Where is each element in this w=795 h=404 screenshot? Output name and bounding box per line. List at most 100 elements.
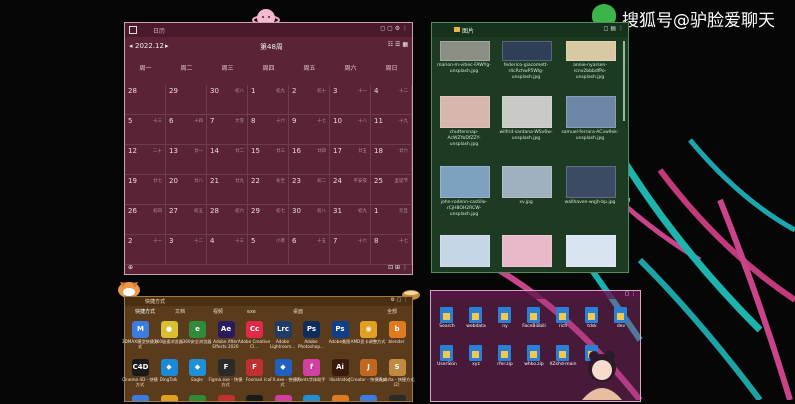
file-item[interactable]: dev <box>607 307 635 337</box>
prev-month-button[interactable]: ◂ <box>129 42 133 50</box>
calendar-day-cell[interactable]: 29 初七 <box>248 205 289 235</box>
calendar-day-cell[interactable]: 12 二十 <box>125 145 166 175</box>
window-controls[interactable]: ⚙ ▢ ⋮ <box>391 297 408 303</box>
app-icon[interactable] <box>331 395 349 401</box>
calendar-day-cell[interactable]: 6 十四 <box>166 115 207 145</box>
image-thumbnail[interactable] <box>440 166 490 198</box>
calendar-day-cell[interactable]: 4 十三 <box>207 235 248 265</box>
calendar-day-cell[interactable]: 28 <box>125 85 166 115</box>
calendar-day-cell[interactable]: 8 十六 <box>248 115 289 145</box>
app-icon: Cc <box>246 321 263 338</box>
calendar-day-cell[interactable]: 25 圣诞节 <box>371 175 412 205</box>
calendar-day-cell[interactable]: 27 初五 <box>166 205 207 235</box>
file-item[interactable]: xyz <box>462 345 490 375</box>
calendar-day-cell[interactable]: 2 初十 <box>289 85 330 115</box>
calendar-day-cell[interactable]: 6 十五 <box>289 235 330 265</box>
image-thumbnail[interactable] <box>440 41 490 61</box>
shortcut-tab[interactable]: 全部 <box>387 307 397 318</box>
footer-tools[interactable]: ⊡ ⊞ ⋮ <box>388 264 408 271</box>
calendar-day-cell[interactable]: 1 元旦 <box>371 205 412 235</box>
calendar-day-cell[interactable]: 19 廿七 <box>125 175 166 205</box>
file-item[interactable]: XZshd-main <box>549 345 577 375</box>
image-thumbnail[interactable] <box>566 166 616 198</box>
file-item[interactable]: tdsk <box>578 307 606 337</box>
calendar-day-cell[interactable]: 28 初六 <box>207 205 248 235</box>
calendar-day-cell[interactable]: 5 小寒 <box>248 235 289 265</box>
calendar-day-cell[interactable]: 30 初八 <box>289 205 330 235</box>
shortcut-tab[interactable]: 视频 <box>213 307 223 318</box>
image-thumbnail[interactable] <box>502 235 552 267</box>
window-controls[interactable]: ◻ ▢ ⚙ ⋮ <box>380 25 408 32</box>
calendar-day-cell[interactable]: 14 廿二 <box>207 145 248 175</box>
calendar-day-cell[interactable]: 29 <box>166 85 207 115</box>
calendar-day-cell[interactable]: 3 十一 <box>330 85 371 115</box>
calendar-day-cell[interactable]: 15 廿三 <box>248 145 289 175</box>
day-number: 8 <box>251 117 256 125</box>
app-shortcut[interactable]: SiSparta - 快捷方式 (2) <box>378 359 416 395</box>
file-item[interactable]: UserSkin <box>433 345 461 375</box>
calendar-day-cell[interactable]: 24 平安夜 <box>330 175 371 205</box>
calendar-day-cell[interactable]: 4 十二 <box>371 85 412 115</box>
app-icon[interactable] <box>388 395 406 401</box>
file-item[interactable]: whko.zip <box>520 345 548 375</box>
calendar-day-cell[interactable]: 1 初九 <box>248 85 289 115</box>
app-icon[interactable] <box>189 395 206 401</box>
file-item[interactable]: ny <box>491 307 519 337</box>
calendar-day-cell[interactable]: 11 十九 <box>371 115 412 145</box>
scrollbar[interactable] <box>623 41 625 121</box>
view-toggle[interactable]: ☷ ☰ ▦ <box>388 41 408 48</box>
calendar-day-cell[interactable]: 31 初九 <box>330 205 371 235</box>
lunar-label: 廿八 <box>194 179 203 184</box>
calendar-day-cell[interactable]: 20 廿八 <box>166 175 207 205</box>
shortcut-tab[interactable]: 桌面 <box>293 307 303 318</box>
calendar-day-cell[interactable]: 26 初四 <box>125 205 166 235</box>
app-icon[interactable] <box>360 395 377 401</box>
calendar-day-cell[interactable]: 3 十二 <box>166 235 207 265</box>
calendar-day-cell[interactable]: 7 大雪 <box>207 115 248 145</box>
file-item[interactable]: rfer.zip <box>491 345 519 375</box>
window-controls[interactable]: ▢ ⋮ <box>625 291 636 297</box>
calendar-day-cell[interactable]: 13 廿一 <box>166 145 207 175</box>
file-item[interactable]: Search <box>433 307 461 337</box>
lunar-label: 廿六 <box>399 149 408 154</box>
app-shortcut[interactable]: b blender <box>378 321 416 357</box>
image-thumbnail[interactable] <box>440 235 490 267</box>
app-icon[interactable] <box>217 395 235 401</box>
file-item[interactable]: rich <box>549 307 577 337</box>
calendar-day-cell[interactable]: 21 廿九 <box>207 175 248 205</box>
calendar-day-cell[interactable]: 8 十七 <box>371 235 412 265</box>
calendar-day-cell[interactable]: 18 廿六 <box>371 145 412 175</box>
calendar-day-cell[interactable]: 2 十一 <box>125 235 166 265</box>
calendar-day-cell[interactable]: 9 十七 <box>289 115 330 145</box>
app-icon[interactable] <box>160 395 178 401</box>
calendar-day-cell[interactable]: 16 廿四 <box>289 145 330 175</box>
image-thumbnail[interactable] <box>566 41 616 61</box>
calendar-day-cell[interactable]: 10 十八 <box>330 115 371 145</box>
shortcut-tab[interactable]: 快捷方式 <box>135 307 155 318</box>
calendar-day-cell[interactable]: 23 初二 <box>289 175 330 205</box>
app-icon[interactable] <box>246 395 263 401</box>
shortcut-tab[interactable]: exe <box>247 307 256 318</box>
app-icon[interactable] <box>303 395 320 401</box>
calendar-day-cell[interactable]: 30 初八 <box>207 85 248 115</box>
calendar-day-cell[interactable]: 7 十六 <box>330 235 371 265</box>
image-thumbnail[interactable] <box>566 235 616 267</box>
image-thumbnail[interactable] <box>566 96 616 128</box>
next-month-button[interactable]: ▸ <box>165 42 169 50</box>
app-icon: ◆ <box>160 359 178 376</box>
calendar-day-cell[interactable]: 17 廿五 <box>330 145 371 175</box>
window-controls[interactable]: ◻ ▤ ⋮ <box>604 25 624 32</box>
app-icon: F <box>246 359 263 376</box>
image-thumbnail[interactable] <box>502 41 552 61</box>
image-thumbnail[interactable] <box>502 166 552 198</box>
image-thumbnail[interactable] <box>502 96 552 128</box>
add-event-button[interactable]: ⊕ <box>128 264 133 271</box>
app-icon[interactable] <box>132 395 149 401</box>
calendar-day-cell[interactable]: 22 冬至 <box>248 175 289 205</box>
file-item[interactable]: webdata <box>462 307 490 337</box>
calendar-day-cell[interactable]: 5 十三 <box>125 115 166 145</box>
app-icon[interactable] <box>274 395 292 401</box>
image-thumbnail[interactable] <box>440 96 490 128</box>
file-item[interactable]: FaceBilibili <box>520 307 548 337</box>
shortcut-tab[interactable]: 文档 <box>175 307 185 318</box>
